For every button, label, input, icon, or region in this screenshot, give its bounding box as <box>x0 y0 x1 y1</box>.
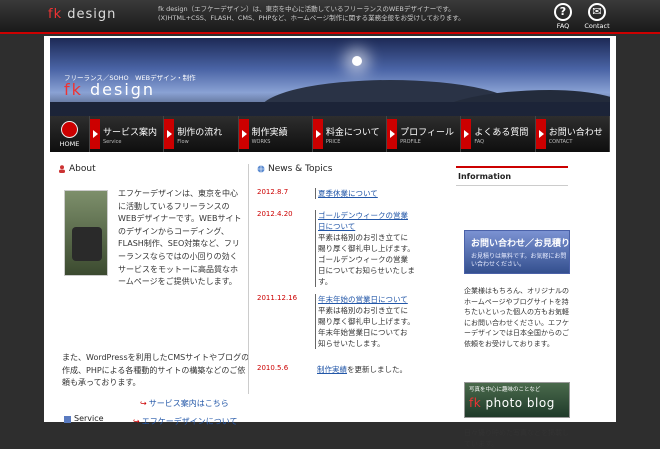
news-body: 年末年始の営業日について平素は格別のお引き立てに賜り厚く御礼申し上げます。年末年… <box>315 294 415 349</box>
info-sidebar: Information お問い合わせ／お見積り お見積りは無料です。お気軽にお問… <box>456 166 570 448</box>
arrow-icon <box>90 119 100 149</box>
contact-label: Contact <box>584 22 610 30</box>
news-title-link[interactable]: 年末年始の営業日について <box>318 295 408 304</box>
nav-home[interactable]: HOME <box>50 116 90 152</box>
news-date: 2011.12.16 <box>257 294 298 302</box>
nav-sublabel: PROFILE <box>400 139 421 145</box>
home-icon <box>61 121 78 138</box>
nav-home-label: HOME <box>59 140 80 148</box>
news-section: News & Topics 2012.8.7 夏季休業について 2012.4.2… <box>248 164 416 394</box>
arrow-icon <box>535 119 546 149</box>
top-bar: fk design fk design（エフケーデザイン）は、東京を中心に活動し… <box>0 0 660 34</box>
logo-prefix: fk <box>48 7 63 22</box>
arrow-icon <box>164 119 175 149</box>
nav-sublabel: CONTACT <box>548 139 573 145</box>
service-link[interactable]: ↪ サービス案内はこちら <box>140 398 229 409</box>
faq-button[interactable]: ? FAQ <box>549 3 577 30</box>
logo-text: design <box>62 7 117 22</box>
nav-label: サービス案内 <box>103 128 158 138</box>
nav-flow[interactable]: 制作の流れ Flow <box>164 116 239 152</box>
nav-label: 制作の流れ <box>177 128 223 138</box>
about-section: About エフケーデザインは、東京を中心に活動しているフリーランスのWEBデザ… <box>58 164 249 426</box>
contact-banner-title: お問い合わせ／お見積り <box>471 239 571 249</box>
news-desc: 平素は格別のお引き立てに賜り厚く御礼申し上げます。ゴールデンウィークの営業日につ… <box>318 233 415 286</box>
news-title-link[interactable]: 制作実績 <box>317 365 347 374</box>
news-body: 夏季休業について <box>315 188 415 199</box>
nav-service[interactable]: サービス案内 Service <box>90 116 165 152</box>
nav-faq[interactable]: よくある質問 FAQ <box>461 116 536 152</box>
contact-banner[interactable]: お問い合わせ／お見積り お見積りは無料です。お気軽にお問い合わせください。 <box>464 230 570 274</box>
info-text: 企業様はもちろん、オリジナルのホームページやブログサイトを持ちたいといった個人の… <box>464 287 569 348</box>
news-heading: News & Topics <box>257 164 416 178</box>
sea-graphic <box>50 102 610 116</box>
about-text-cms: また、WordPressを利用したCMSサイトやブログの作成、PHPによる各種動… <box>62 353 250 388</box>
hero-title: fk design <box>64 80 155 99</box>
nav-sublabel: Flow <box>177 139 189 145</box>
question-icon: ? <box>554 3 572 21</box>
about-heading: About <box>58 164 243 178</box>
header-tagline: fk design（エフケーデザイン）は、東京を中心に活動しているフリーランスの… <box>158 5 465 22</box>
faq-label: FAQ <box>556 22 570 30</box>
hero-banner: フリーランス／SOHO WEBデザイン・制作 fk design <box>50 38 610 116</box>
photo-blog-sub: 写真を中心に趣味のことなど <box>469 387 541 393</box>
nav-sublabel: PRICE <box>325 139 341 145</box>
mail-icon: ✉ <box>588 3 606 21</box>
about-text: エフケーデザインは、東京を中心に活動しているフリーランスのWEBデザイナーです。… <box>118 189 242 287</box>
news-date: 2012.4.20 <box>257 210 293 218</box>
arrow-icon: ↪ <box>140 399 147 408</box>
page-wrapper: フリーランス／SOHO WEBデザイン・制作 fk design HOME サー… <box>44 36 616 448</box>
main-nav: HOME サービス案内 Service 制作の流れ Flow 制作実績 WORKS 料… <box>50 116 610 152</box>
arrow-icon <box>461 119 472 149</box>
nav-works[interactable]: 制作実績 WORKS <box>238 116 313 152</box>
photo-blog-title: fk photo blog <box>469 396 555 410</box>
contact-banner-sub: お見積りは無料です。お気軽にお問い合わせください。 <box>471 253 567 268</box>
nav-label: プロフィール <box>400 128 454 138</box>
nav-label: 料金について <box>325 128 380 138</box>
news-heading-text: News & Topics <box>268 164 333 174</box>
info-heading: Information <box>456 168 568 186</box>
nav-sublabel: FAQ <box>474 139 485 145</box>
contact-button[interactable]: ✉ Contact <box>583 3 611 30</box>
person-icon <box>59 165 65 173</box>
news-date: 2010.5.6 <box>257 364 289 372</box>
news-body: 制作実績を更新しました。 <box>315 364 415 375</box>
globe-icon <box>257 165 265 173</box>
nav-contact[interactable]: お問い合わせ CONTACT <box>535 116 610 152</box>
nav-label: よくある質問 <box>474 128 529 138</box>
nav-profile[interactable]: プロフィール PROFILE <box>387 116 462 152</box>
arrow-icon <box>238 119 249 149</box>
arrow-icon <box>312 119 323 149</box>
photo-blog-banner[interactable]: 写真を中心に趣味のことなど fk photo blog <box>464 382 570 418</box>
site-logo[interactable]: fk design <box>48 7 116 22</box>
moon-graphic <box>352 56 362 66</box>
news-desc: 平素は格別のお引き立てに賜り厚く御礼申し上げます。年末年始営業日についてお知らせ… <box>318 306 415 348</box>
about-heading-text: About <box>69 164 96 174</box>
about-photo <box>64 190 108 276</box>
nav-sublabel: WORKS <box>251 139 271 145</box>
news-title-link[interactable]: 夏季休業について <box>318 189 378 198</box>
hero-title-prefix: fk <box>64 80 83 99</box>
photo-blog-prefix: fk <box>469 396 482 410</box>
news-date: 2012.8.7 <box>257 188 289 196</box>
nav-price[interactable]: 料金について PRICE <box>312 116 388 152</box>
news-desc: を更新しました。 <box>347 365 407 374</box>
photo-blog-text: photo blog <box>481 396 555 410</box>
service-link-text: サービス案内はこちら <box>148 399 229 408</box>
news-body: ゴールデンウィークの営業日について 平素は格別のお引き立てに賜り厚く御礼申し上げま… <box>315 210 415 287</box>
nav-label: 制作実績 <box>251 128 288 138</box>
arrow-icon <box>387 119 398 149</box>
nav-sublabel: Service <box>103 139 122 145</box>
hero-title-text: design <box>82 80 156 99</box>
nav-label: お問い合わせ <box>548 128 603 138</box>
news-title-link[interactable]: ゴールデンウィークの営業日について <box>318 211 408 231</box>
photo-blog-text-desc: 日々撮り貯めた写真などを掲載しています。 <box>464 429 569 448</box>
